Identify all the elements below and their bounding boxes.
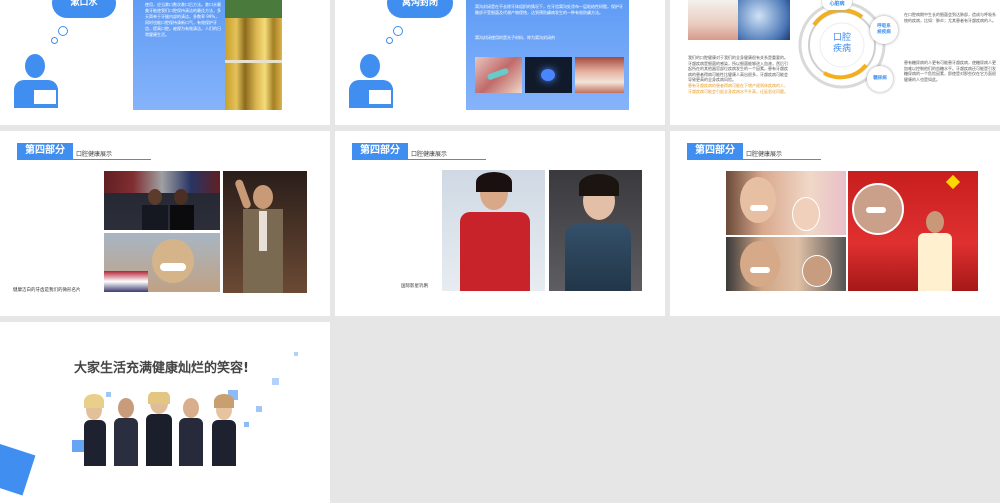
politicians-photo [104, 171, 220, 230]
decorative-square [244, 422, 249, 427]
left-highlight: 患有牙龈疾病的患者得病可能在下增产规则体疾病的人，牙龈疾病可能会引起全身疾病水平… [688, 83, 788, 94]
dental-photo [575, 57, 624, 93]
left-description: 我们的口腔健康对于我们的全身健康很有关系是重要的。牙龈疾病是细菌的感染，所以细菌… [688, 55, 788, 82]
slide-thumbnail-3[interactable]: 我们的口腔健康对于我们的全身健康很有关系是重要的。牙龈疾病是细菌的感染，所以细菌… [670, 0, 1000, 125]
section-tab: 第四部分 [687, 143, 743, 159]
person-icon [25, 54, 45, 78]
person-icon [360, 54, 380, 78]
disease-ring-diagram [798, 1, 886, 89]
actress-photo-2 [549, 170, 642, 291]
teeth-photo [688, 0, 738, 40]
panel-text: 窝沟封闭是在不去除牙体组织的情况下，在牙齿窝沟处涂布一层粘结性树脂，保护牙釉质不… [475, 4, 623, 15]
slide-thumbnail-4[interactable]: 第四部分 口腔健康展示 健康洁白的牙齿是我们的微形名片 [0, 131, 330, 316]
slide-thumbnail-1[interactable]: 漱口水 使用，应当漱口数次漱口后方法。漱口水最美牙能使我们口腔保持清洁的最佳方法… [0, 0, 330, 125]
text-panel [466, 0, 629, 110]
athlete-photo [848, 171, 978, 291]
ring-node-diabetes: 糖尿病 [867, 66, 893, 92]
business-team-photo [84, 392, 244, 466]
thought-dot [393, 26, 403, 36]
header-divider [687, 159, 821, 160]
right-description-1: 在口腔病期中生长的细菌会到达肺部，造成与呼吸系统的疾病，比如：肺炎；尤其患者有牙… [904, 12, 996, 23]
decorative-square [72, 440, 84, 452]
section-title: 口腔健康展示 [411, 151, 448, 158]
mouthwash-bottles-image [225, 0, 282, 110]
dental-photo [475, 57, 522, 93]
slide-thumbnail-7[interactable]: 大家生活充满健康灿烂的笑容! [0, 322, 330, 503]
bubble-label: 漱口水 [70, 0, 98, 8]
right-description-2: 患有糖尿病的人更有可能患牙龈疾病，使糖尿病人更加难以控制他们的血糖水平。牙龈疾病… [904, 60, 996, 82]
decorative-square [256, 406, 262, 412]
bubble-label: 窝沟封闭 [401, 0, 438, 8]
mouthwash-bubble: 漱口水 [52, 0, 116, 18]
decorative-square [294, 352, 298, 356]
header-divider [352, 159, 486, 160]
panel-note: 窝沟封闭使用的是光子材料、称为窝沟封闭剂 [475, 35, 555, 40]
ring-center-label: 口腔 疾病 [832, 33, 851, 54]
header-divider [17, 159, 151, 160]
slide-caption: 健康洁白的牙齿是我们的微形名片 [13, 288, 81, 293]
politician-waving-photo [223, 171, 307, 293]
smiling-woman-photo [726, 171, 846, 235]
laptop-icon [32, 88, 58, 106]
section-tab: 第四部分 [17, 143, 73, 159]
section-title: 口腔健康展示 [76, 151, 113, 158]
section-tab: 第四部分 [352, 143, 408, 159]
slide-thumbnail-2[interactable]: 窝沟封闭 窝沟封闭是在不去除牙体组织的情况下，在牙齿窝沟处涂布一层粘结性树脂，保… [335, 0, 665, 125]
ring-node-respiratory: 呼吸系 统疾病 [870, 16, 898, 44]
closing-headline: 大家生活充满健康灿烂的笑容! [74, 361, 249, 376]
panel-text: 使用，应当漱口数次漱口后方法。漱口水最美牙能使我们口腔保持清洁的最佳方法，多天简… [145, 2, 221, 37]
section-title: 口腔健康展示 [746, 151, 783, 158]
teeth-closeup-photo [738, 0, 790, 40]
thought-dot [386, 37, 393, 44]
decorative-square [272, 378, 279, 385]
thought-dot [58, 26, 68, 36]
slide-caption: 国际影星巩俐 [401, 284, 428, 289]
caricature-photo [104, 233, 220, 292]
slide-thumbnail-6[interactable]: 第四部分 口腔健康展示 [670, 131, 1000, 316]
dental-photo [525, 57, 572, 93]
decorative-square [0, 442, 36, 496]
slide-thumbnail-5[interactable]: 第四部分 口腔健康展示 国际影星巩俐 [335, 131, 665, 316]
ring-node-heart: 心脏病 [822, 0, 852, 10]
laptop-icon [367, 88, 393, 106]
actress-photo [442, 170, 545, 291]
smiling-man-photo [726, 237, 846, 291]
pit-sealing-bubble: 窝沟封闭 [387, 0, 453, 18]
thought-dot [51, 37, 58, 44]
